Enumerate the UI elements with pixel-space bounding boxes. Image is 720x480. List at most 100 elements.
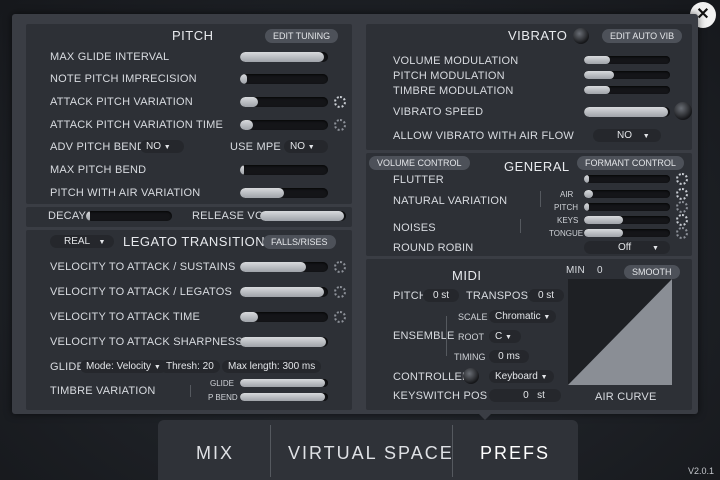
slider-fill (260, 211, 345, 221)
pitch-variation-label: PITCH (554, 203, 578, 212)
midi-pitch-field[interactable]: 0 st (423, 289, 459, 302)
settings-gear-icon[interactable] (676, 214, 688, 226)
keys-label: KEYS (557, 216, 579, 225)
air-curve-svg (568, 279, 672, 385)
smooth-button[interactable]: SMOOTH (624, 265, 680, 279)
slider-fill (584, 203, 590, 211)
round-robin-dropdown[interactable]: Off ▼ (584, 241, 670, 254)
allow-vibrato-air-flow-dropdown[interactable]: NO ▼ (593, 129, 661, 142)
min-label: MIN (566, 265, 585, 276)
slider-fill (584, 175, 590, 183)
keyswitch-pos-unit: st (537, 390, 545, 401)
slider-fill (240, 287, 324, 297)
prefs-tab-pointer (475, 410, 495, 420)
adv-pitch-bend-dropdown[interactable]: NO ▼ (140, 140, 184, 153)
air-label: AIR (560, 190, 574, 199)
midi-title: MIDI (452, 268, 482, 283)
keyswitch-pos-value: 0 (523, 390, 529, 401)
min-value[interactable]: 0 (597, 265, 603, 276)
use-mpe-dropdown[interactable]: NO ▼ (284, 140, 328, 153)
air-slider[interactable] (584, 190, 670, 198)
velocity-attack-time-slider[interactable] (240, 312, 328, 322)
bracket-line (540, 191, 541, 207)
settings-gear-icon[interactable] (334, 261, 346, 273)
vibrato-speed-knob[interactable] (674, 102, 692, 120)
timing-field[interactable]: 0 ms (489, 350, 529, 363)
legato-mode-dropdown[interactable]: REAL ▼ (50, 235, 114, 248)
use-mpe-value: NO (290, 141, 305, 152)
tab-mix[interactable]: MIX (196, 443, 234, 464)
settings-gear-icon[interactable] (676, 173, 688, 185)
velocity-attack-sharpness-slider[interactable] (240, 337, 328, 347)
vibrato-speed-label: VIBRATO SPEED (393, 106, 484, 118)
adv-pitch-bend-label: ADV PITCH BEND (50, 141, 146, 153)
round-robin-label: ROUND ROBIN (393, 242, 474, 254)
timbre-variation-label: TIMBRE VARIATION (50, 385, 156, 397)
timbre-modulation-slider[interactable] (584, 86, 670, 94)
decay-slider[interactable] (86, 211, 172, 221)
controller-dropdown[interactable]: Keyboard ▼ (489, 370, 554, 383)
vibrato-knob[interactable] (573, 28, 589, 44)
volume-control-button[interactable]: VOLUME CONTROL (369, 156, 470, 170)
timbre-pbend-slider[interactable] (240, 393, 328, 401)
pitch-modulation-slider[interactable] (584, 71, 670, 79)
tongue-label: TONGUE (549, 229, 584, 238)
timbre-glide-slider[interactable] (240, 379, 328, 387)
settings-gear-icon[interactable] (676, 188, 688, 200)
note-pitch-imprecision-slider[interactable] (240, 74, 328, 84)
timbre-pbend-label: P BEND (208, 393, 238, 402)
chevron-down-icon: ▼ (163, 144, 171, 151)
root-dropdown[interactable]: C ▼ (489, 330, 521, 343)
settings-gear-icon[interactable] (334, 119, 346, 131)
vibrato-speed-slider[interactable] (584, 107, 670, 117)
adv-pitch-bend-value: NO (146, 141, 161, 152)
keys-slider[interactable] (584, 216, 670, 224)
keyswitch-pos-field[interactable]: 0 st (489, 389, 561, 402)
transpose-field[interactable]: 0 st (528, 289, 564, 302)
pitch-modulation-label: PITCH MODULATION (393, 70, 505, 82)
velocity-attack-sharpness-label: VELOCITY TO ATTACK SHARPNESS (50, 336, 243, 348)
velocity-attack-legatos-slider[interactable] (240, 287, 328, 297)
slider-fill (240, 262, 306, 272)
attack-pitch-variation-time-slider[interactable] (240, 120, 328, 130)
falls-rises-button[interactable]: FALLS/RISES (263, 235, 336, 249)
pitch-variation-slider[interactable] (584, 203, 670, 211)
transpose-label: TRANSPOSE (466, 290, 536, 302)
glide-max-length-field[interactable]: Max length: 300 ms (222, 360, 322, 373)
max-glide-interval-label: MAX GLIDE INTERVAL (50, 51, 170, 63)
chevron-down-icon: ▼ (540, 374, 548, 381)
air-curve-shape (568, 279, 672, 385)
slider-fill (240, 120, 254, 130)
edit-tuning-button[interactable]: EDIT TUNING (265, 29, 339, 43)
settings-gear-icon[interactable] (334, 96, 346, 108)
flutter-slider[interactable] (584, 175, 670, 183)
settings-gear-icon[interactable] (334, 286, 346, 298)
max-pitch-bend-slider[interactable] (240, 165, 328, 175)
glide-thresh-field[interactable]: Thresh: 20 (160, 360, 220, 373)
settings-gear-icon[interactable] (334, 311, 346, 323)
scale-dropdown[interactable]: Chromatic ▼ (489, 310, 557, 323)
formant-control-button[interactable]: FORMANT CONTROL (577, 156, 684, 170)
tab-prefs[interactable]: PREFS (480, 443, 550, 464)
volume-modulation-slider[interactable] (584, 56, 670, 64)
attack-pitch-variation-slider[interactable] (240, 97, 328, 107)
allow-vibrato-air-flow-label: ALLOW VIBRATO WITH AIR FLOW (393, 130, 575, 142)
max-glide-interval-slider[interactable] (240, 52, 328, 62)
tongue-slider[interactable] (584, 229, 670, 237)
release-vol-slider[interactable] (260, 211, 346, 221)
glide-mode-value: Mode: Velocity (86, 361, 152, 372)
velocity-attack-sustains-slider[interactable] (240, 262, 328, 272)
bracket-line (520, 219, 521, 233)
tab-virtual-space[interactable]: VIRTUAL SPACE (288, 443, 454, 464)
pitch-with-air-variation-slider[interactable] (240, 188, 328, 198)
settings-gear-icon[interactable] (676, 201, 688, 213)
edit-auto-vib-button[interactable]: EDIT AUTO VIB (602, 29, 683, 43)
controller-knob[interactable] (463, 368, 479, 384)
decay-label: DECAY (48, 210, 87, 222)
slider-fill (240, 188, 284, 198)
air-curve-graph[interactable] (568, 279, 672, 385)
settings-gear-icon[interactable] (676, 227, 688, 239)
chevron-down-icon: ▼ (307, 144, 315, 151)
glide-mode-dropdown[interactable]: Mode: Velocity ▼ (80, 360, 167, 373)
slider-fill (240, 97, 258, 107)
